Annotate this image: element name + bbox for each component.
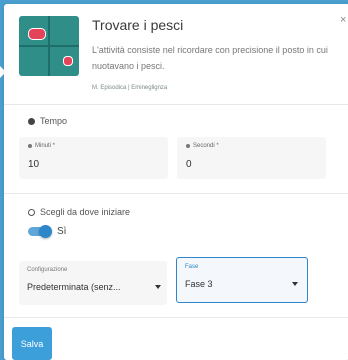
activity-card: Trovare i pesci × L'attività consiste ne…: [4, 4, 348, 360]
configuration-label: Configurazione: [27, 267, 68, 273]
activity-thumbnail: [19, 16, 79, 76]
card-header: Trovare i pesci × L'attività consiste ne…: [4, 4, 348, 104]
fish-icon: [28, 28, 46, 40]
activity-tags: M. Episodica | Emineglignza: [92, 85, 168, 91]
clock-icon: [28, 208, 35, 216]
activity-title: Trovare i pesci: [92, 17, 184, 33]
user-icon: [28, 144, 32, 148]
phase-select[interactable]: Fase Fase 3: [176, 257, 308, 303]
tempo-label: Tempo: [40, 116, 68, 126]
seconds-field[interactable]: Secondi * 0: [177, 137, 326, 179]
toggle-knob: [39, 225, 52, 238]
phase-value: Fase 3: [185, 279, 213, 289]
seconds-value[interactable]: 0: [186, 159, 192, 170]
tempo-section-label: Tempo: [28, 116, 67, 126]
configuration-value: Predeterminata (senz...: [27, 282, 121, 292]
minutes-label-text: Minuti *: [35, 143, 56, 149]
minutes-field-label: Minuti *: [28, 143, 55, 149]
chevron-down-icon[interactable]: [155, 285, 161, 289]
activity-description: L'attività consiste nel ricordare con pr…: [92, 45, 328, 71]
seconds-field-label: Secondi *: [186, 143, 219, 149]
start-toggle[interactable]: [28, 225, 52, 238]
user-icon: [186, 144, 190, 148]
bullet-icon: [28, 117, 35, 125]
configuration-select[interactable]: Configurazione Predeterminata (senz...: [19, 261, 167, 305]
minutes-value[interactable]: 10: [28, 159, 39, 170]
close-icon[interactable]: ×: [340, 14, 346, 26]
card-footer: Salva: [4, 317, 348, 360]
divider: [4, 104, 348, 105]
thumbnail-grid-line: [19, 45, 79, 47]
chevron-down-icon[interactable]: [292, 282, 298, 286]
divider: [4, 193, 348, 194]
start-label: Scegli da dove iniziare: [40, 207, 131, 217]
phase-label: Fase: [185, 264, 199, 270]
save-button[interactable]: Salva: [12, 327, 52, 360]
target-icon: [63, 56, 73, 66]
start-section-label: Scegli da dove iniziare: [28, 207, 130, 217]
toggle-label: Sì: [57, 226, 67, 237]
seconds-label-text: Secondi *: [193, 143, 219, 149]
minutes-field[interactable]: Minuti * 10: [19, 137, 168, 179]
